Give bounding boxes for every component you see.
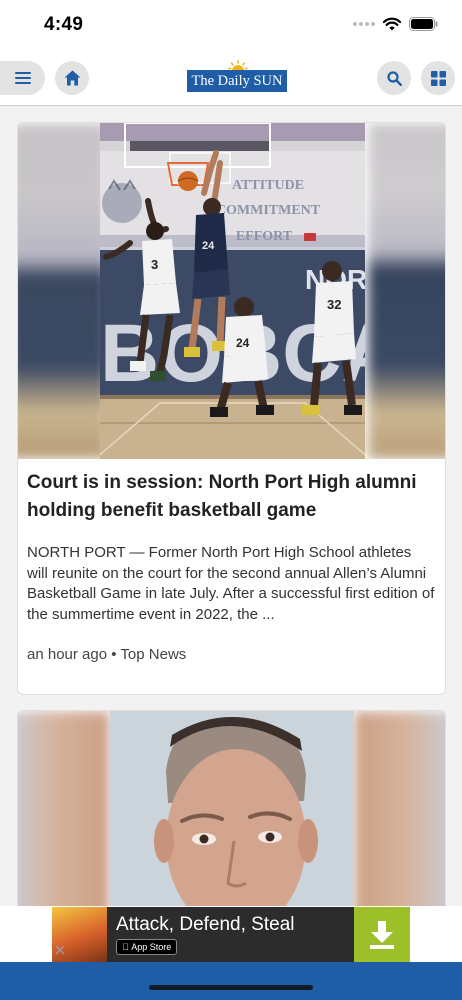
ad-close-icon[interactable] [54, 944, 66, 956]
basketball-game-photo: ATTITUDE COMMITMENT EFFORT NORTH PORT BO… [100, 123, 365, 459]
app-store-badge-label: App Store [122, 942, 171, 952]
meta-separator: • [111, 646, 117, 663]
article-summary: NORTH PORT — Former North Port High Scho… [27, 544, 435, 623]
status-icons [353, 17, 438, 31]
logo-text: The Daily SUN [187, 70, 287, 92]
search-button[interactable] [377, 61, 411, 95]
status-bar: 4:49 [0, 0, 462, 54]
home-icon [64, 70, 80, 86]
jersey-number-24-white: 24 [236, 336, 250, 350]
article-card[interactable]: ATTITUDE COMMITMENT EFFORT NORTH PORT BO… [17, 122, 446, 695]
article-meta: an hour ago • Top News [18, 646, 445, 663]
ad-strip: Attack, Defend, Steal  App Store [0, 906, 462, 962]
menu-button[interactable] [0, 61, 45, 95]
bottom-bar [0, 962, 462, 1000]
home-button[interactable] [55, 61, 89, 95]
sections-button[interactable] [421, 61, 455, 95]
article-section[interactable]: Top News [120, 646, 186, 663]
article-time: an hour ago [27, 646, 108, 663]
cellular-signal-icon [353, 22, 375, 26]
article-image[interactable]: ATTITUDE COMMITMENT EFFORT NORTH PORT BO… [18, 123, 445, 459]
hamburger-menu-icon [14, 72, 31, 84]
wall-text-attitude: ATTITUDE [232, 178, 304, 193]
jersey-number-3: 3 [151, 257, 158, 272]
apple-icon:  [122, 942, 129, 952]
wall-text-commitment: COMMITMENT [216, 203, 321, 218]
ad-title: Attack, Defend, Steal [116, 914, 295, 935]
download-icon [370, 920, 394, 949]
wall-text-effort: EFFORT [236, 229, 293, 244]
ad-banner[interactable]: Attack, Defend, Steal  App Store [52, 907, 410, 962]
battery-icon [409, 17, 438, 31]
jersey-number-32: 32 [327, 297, 341, 312]
app-store-badge[interactable]:  App Store [116, 939, 178, 955]
app-header: The Daily SUN [0, 54, 462, 106]
jersey-number-24-navy: 24 [202, 240, 215, 252]
site-logo[interactable]: The Daily SUN [187, 60, 287, 94]
ad-download-button[interactable] [354, 907, 410, 962]
wifi-icon [383, 17, 401, 31]
search-icon [386, 70, 402, 86]
image-blur-right [368, 123, 445, 459]
status-time: 4:49 [44, 14, 84, 35]
home-indicator[interactable] [149, 985, 313, 990]
article-title[interactable]: Court is in session: North Port High alu… [18, 469, 445, 525]
grid-icon [430, 70, 446, 86]
image-blur-left [18, 123, 108, 459]
